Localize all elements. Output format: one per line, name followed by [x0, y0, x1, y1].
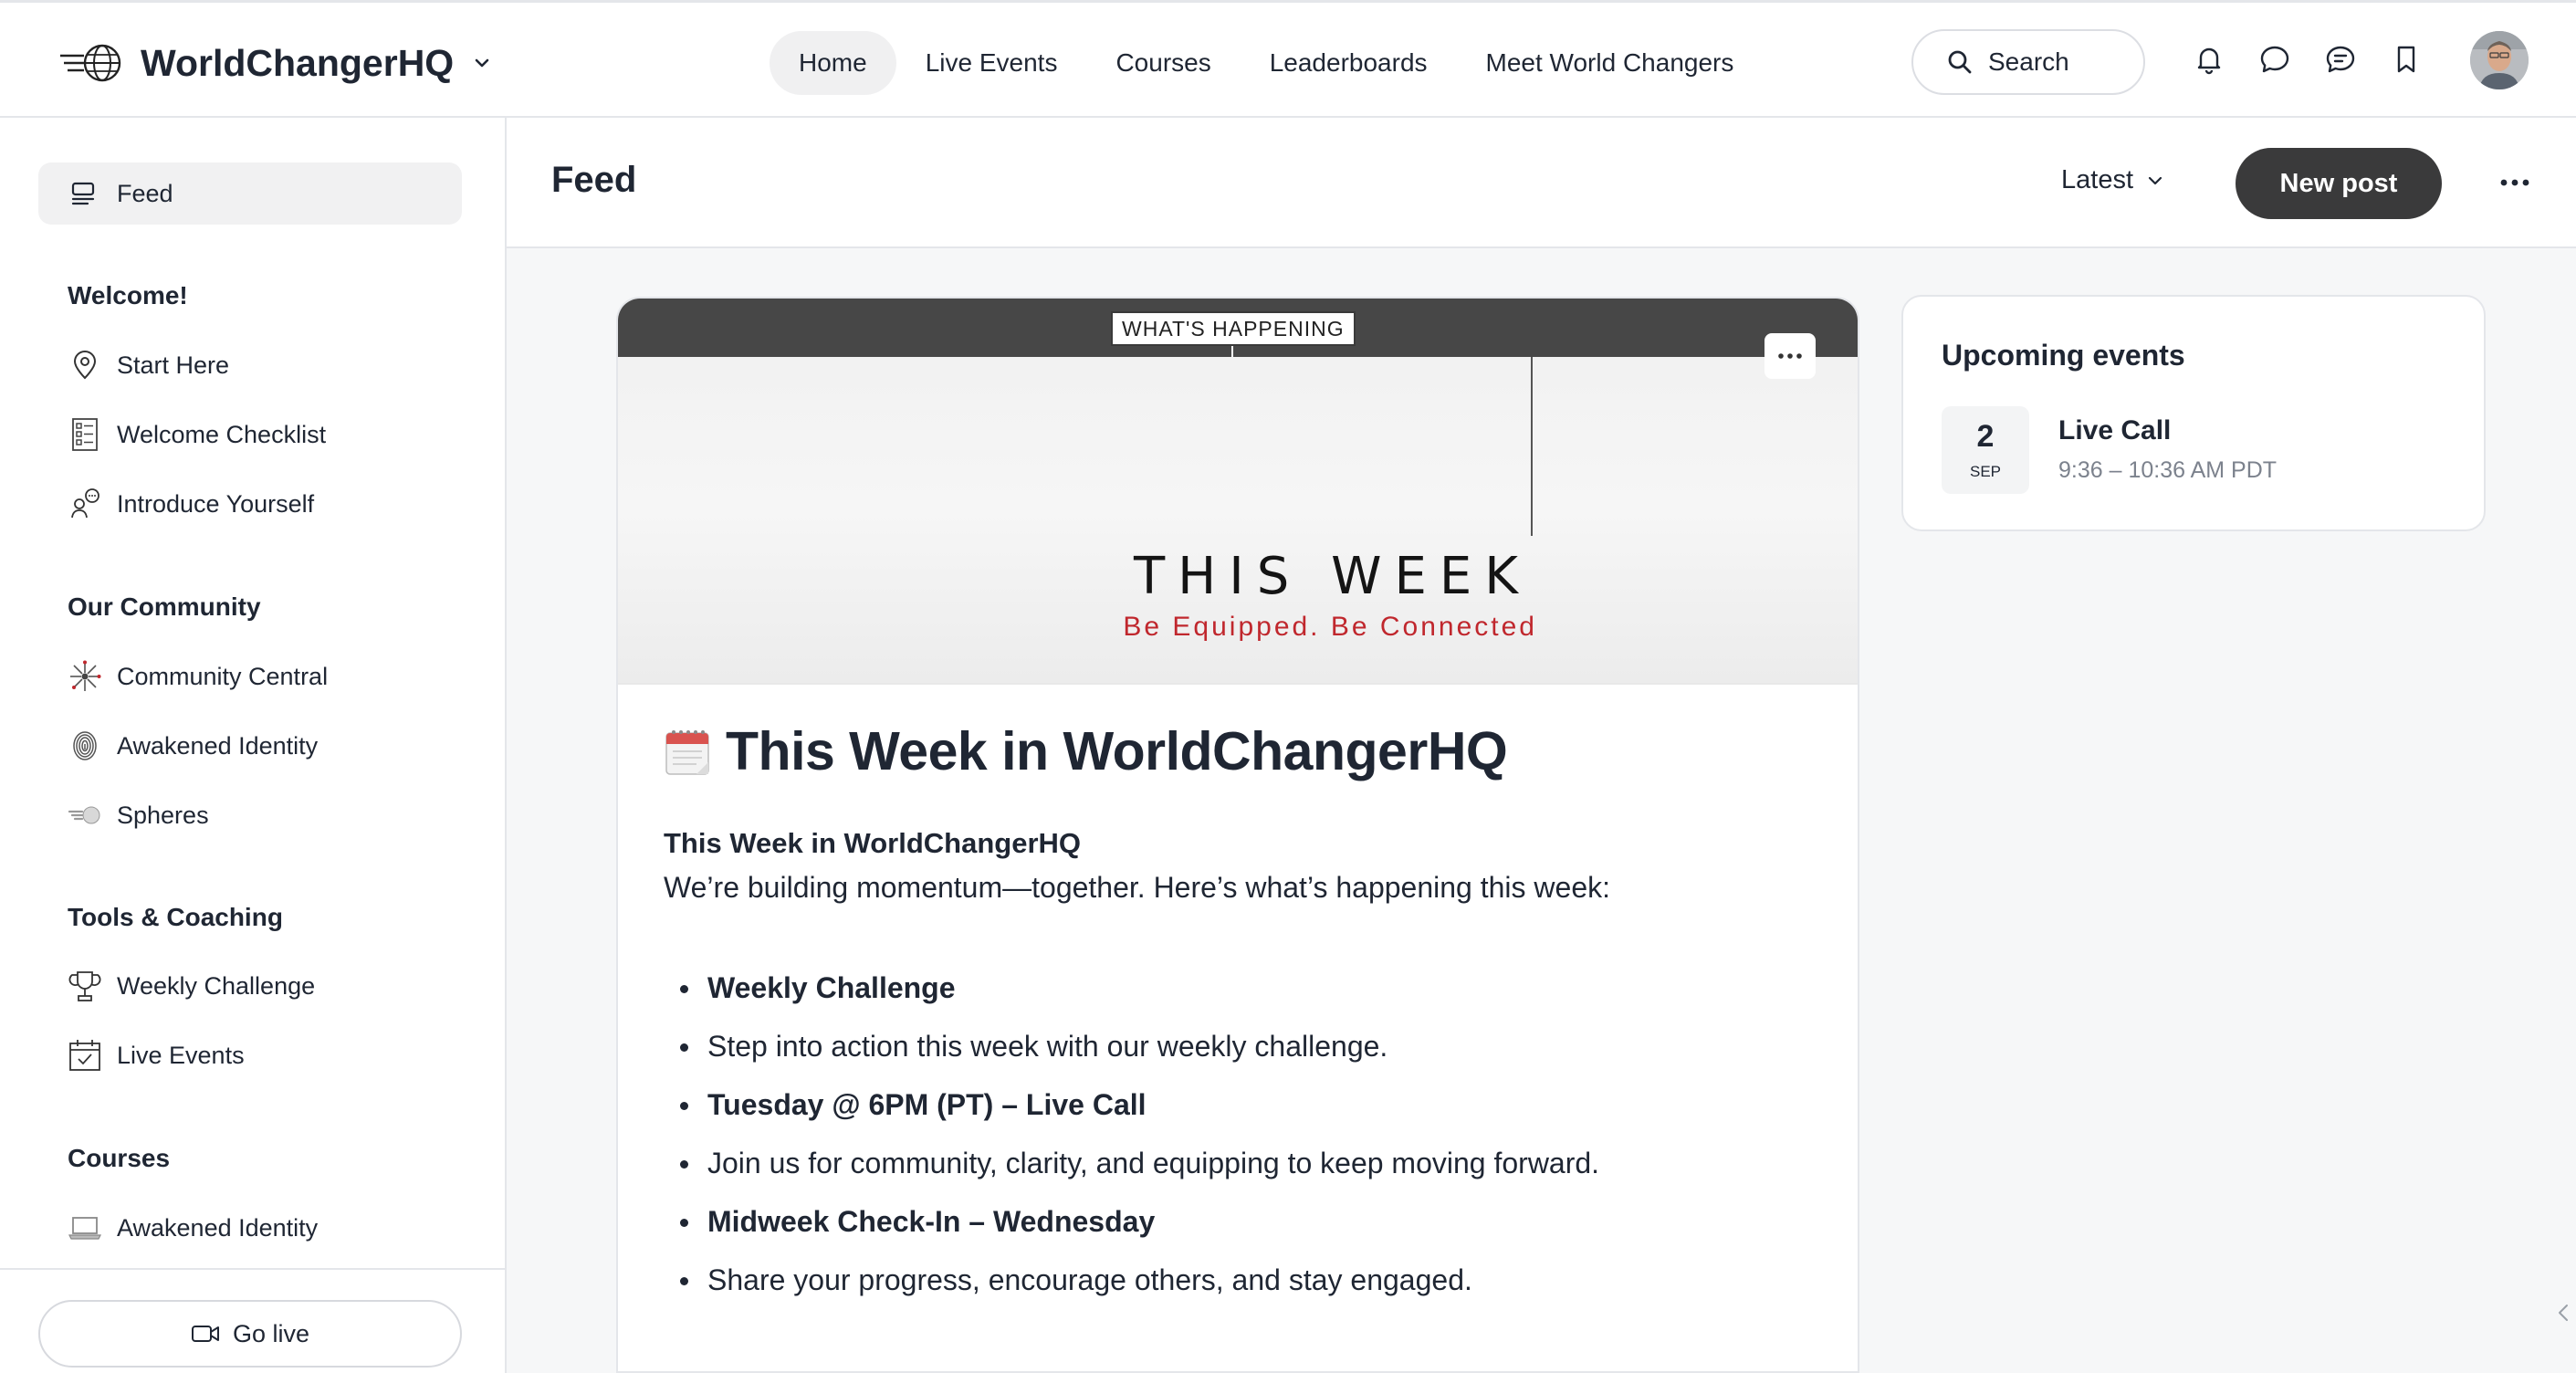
banner-divider: [1231, 346, 1233, 357]
sidebar-item-feed[interactable]: Feed: [38, 162, 462, 225]
messages-icon[interactable]: [2324, 43, 2357, 76]
nav-home[interactable]: Home: [770, 31, 896, 95]
sidebar-item-weekly-challenge[interactable]: Weekly Challenge: [68, 966, 315, 1006]
sort-dropdown[interactable]: Latest: [2061, 165, 2164, 195]
list-item: Weekly Challenge: [664, 959, 1599, 1017]
event-name[interactable]: Live Call: [2058, 415, 2171, 446]
sidebar-heading-tools-coaching: Tools & Coaching: [68, 903, 283, 931]
events-title: Upcoming events: [1942, 339, 2185, 372]
sidebar-item-label: Awakened Identity: [117, 1213, 319, 1242]
bookmark-icon[interactable]: [2390, 43, 2423, 76]
sidebar-heading-welcome: Welcome!: [68, 281, 188, 309]
nav-leaderboards[interactable]: Leaderboards: [1241, 31, 1457, 95]
post-subtitle: This Week in WorldChangerHQ: [664, 827, 1082, 859]
nav-courses[interactable]: Courses: [1086, 31, 1240, 95]
brand-switcher[interactable]: WorldChangerHQ: [58, 36, 492, 90]
sidebar-item-label: Awakened Identity: [117, 731, 319, 760]
banner-title: THIS WEEK: [1133, 547, 1531, 606]
event-month: SEP: [1969, 463, 2002, 480]
page-title: Feed: [551, 160, 637, 200]
feed-icon: [71, 182, 95, 205]
sort-label: Latest: [2061, 165, 2133, 194]
list-item: Step into action this week with our week…: [664, 1017, 1599, 1075]
top-bar: WorldChangerHQ Home Live Events Courses …: [0, 0, 2576, 118]
sidebar-footer: Go live: [0, 1268, 505, 1373]
chevron-down-icon: [2148, 176, 2162, 184]
video-camera-icon: [191, 1326, 219, 1342]
sidebar-item-label: Community Central: [117, 662, 329, 690]
sidebar-item-introduce-yourself[interactable]: Introduce Yourself: [68, 484, 314, 524]
banner-divider: [1531, 357, 1533, 536]
network-icon: [70, 660, 101, 691]
post-title[interactable]: This Week in WorldChangerHQ: [664, 720, 1508, 782]
trophy-icon: [68, 971, 101, 1001]
sidebar-item-label: Spheres: [117, 801, 209, 829]
new-post-button[interactable]: New post: [2236, 148, 2442, 219]
post-intro: We’re building momentum—together. Here’s…: [664, 871, 1611, 904]
laptop-icon: [68, 1217, 101, 1240]
event-time: 9:36 – 10:36 AM PDT: [2058, 457, 2278, 483]
nav-meet-world-changers[interactable]: Meet World Changers: [1457, 31, 1764, 95]
post-options-button[interactable]: [1764, 333, 1816, 379]
main-nav: Home Live Events Courses Leaderboards Me…: [770, 31, 1763, 95]
banner-subtitle: Be Equipped. Be Connected: [1123, 612, 1537, 642]
more-options-icon[interactable]: [2497, 169, 2533, 196]
search-label: Search: [1988, 47, 2069, 76]
spheres-icon: [68, 806, 100, 824]
search-icon: [1948, 50, 1972, 74]
sidebar: Feed Welcome! Start Here Welcome Checkli…: [0, 118, 507, 1373]
chevron-left-icon[interactable]: [2556, 1302, 2571, 1324]
bell-icon[interactable]: [2193, 43, 2225, 76]
sidebar-item-welcome-checklist[interactable]: Welcome Checklist: [68, 414, 326, 455]
sidebar-heading-courses: Courses: [68, 1144, 171, 1172]
brand-name: WorldChangerHQ: [141, 41, 455, 84]
sidebar-item-awakened-identity[interactable]: Awakened Identity: [68, 726, 318, 766]
sidebar-item-community-central[interactable]: Community Central: [68, 656, 328, 697]
more-options-icon: [1778, 353, 1802, 359]
sidebar-item-label: Welcome Checklist: [117, 420, 327, 448]
list-item: Midweek Check-In – Wednesday: [664, 1192, 1599, 1251]
sidebar-item-label: Introduce Yourself: [117, 489, 315, 518]
search-button[interactable]: Search: [1911, 29, 2145, 95]
sidebar-heading-our-community: Our Community: [68, 592, 261, 621]
upcoming-events-card: Upcoming events 2 SEP Live Call 9:36 – 1…: [1901, 295, 2486, 531]
list-item: Tuesday @ 6PM (PT) – Live Call: [664, 1075, 1599, 1134]
chat-bubble-icon[interactable]: [2258, 43, 2291, 76]
checklist-icon: [72, 418, 98, 451]
calendar-check-icon: [69, 1040, 100, 1071]
user-chat-icon: [71, 488, 99, 519]
go-live-label: Go live: [232, 1319, 310, 1347]
sidebar-item-label: Live Events: [117, 1041, 245, 1069]
nav-live-events[interactable]: Live Events: [896, 31, 1087, 95]
user-avatar[interactable]: [2470, 31, 2529, 89]
sidebar-item-label: Start Here: [117, 351, 230, 379]
feed-header: Feed Latest New post: [507, 118, 2576, 248]
chevron-down-icon: [475, 58, 489, 68]
sidebar-item-spheres[interactable]: Spheres: [68, 795, 209, 835]
sidebar-item-live-events[interactable]: Live Events: [68, 1035, 245, 1075]
globe-logo-icon: [60, 44, 121, 82]
sidebar-item-start-here[interactable]: Start Here: [68, 345, 229, 385]
post-list: Weekly Challenge Step into action this w…: [664, 959, 1599, 1309]
sidebar-item-label: Feed: [117, 179, 173, 207]
sidebar-item-label: Weekly Challenge: [117, 971, 316, 1000]
list-item: Join us for community, clarity, and equi…: [664, 1134, 1599, 1192]
go-live-button[interactable]: Go live: [38, 1300, 462, 1368]
calendar-emoji-icon: [665, 730, 709, 775]
post-banner-image: WHAT'S HAPPENING THIS WEEK Be Equipped. …: [618, 299, 1858, 685]
post-title-text: This Week in WorldChangerHQ: [726, 721, 1508, 781]
main-content: Feed Latest New post WHAT'S HAPPENING TH…: [507, 118, 2576, 1373]
post-card[interactable]: WHAT'S HAPPENING THIS WEEK Be Equipped. …: [616, 297, 1859, 1373]
list-item: Share your progress, encourage others, a…: [664, 1251, 1599, 1309]
event-day: 2: [1976, 419, 1995, 454]
event-date-badge[interactable]: 2 SEP: [1942, 406, 2029, 494]
map-pin-icon: [73, 351, 97, 380]
avatar-photo: [2470, 31, 2529, 89]
banner-tag: WHAT'S HAPPENING: [1111, 311, 1356, 346]
fingerprint-icon: [73, 731, 97, 760]
sidebar-item-course-awakened-identity[interactable]: Awakened Identity: [68, 1208, 318, 1248]
